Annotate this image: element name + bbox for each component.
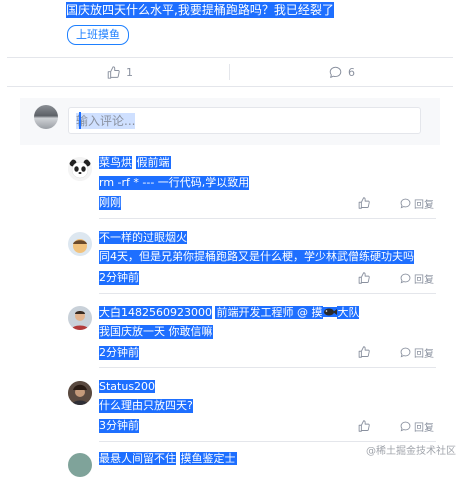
comment-author[interactable]: 最悬人间留不住 [99,452,176,465]
comment-text: 同4天，但是兄弟你提桶跑路又是什么梗，学少林武僧练硬功夫吗 [99,250,414,264]
thumbs-up-icon[interactable] [358,197,370,209]
comment-author-title-suffix: 大队 [337,306,360,319]
reply-button[interactable]: 回复 [400,345,434,360]
comment-count: 6 [348,65,355,79]
comment-author[interactable]: Status200 [99,380,156,393]
comment-text: 什么理由只放四天? [99,399,193,413]
text-caret [79,112,81,129]
comment-author-title: 假前端 [135,156,171,169]
cartoon-avatar-icon [68,232,92,256]
post-text: 国庆放四天什么水平,我要提桶跑路吗？我已经裂了 [66,2,334,18]
comment-input-placeholder: 输入评论... [76,113,136,129]
comment-divider [99,367,436,368]
reply-label: 回复 [414,275,434,286]
reply-button[interactable]: 回复 [400,419,434,434]
comment-bubble-icon [329,66,342,78]
panda-avatar-icon [68,157,92,181]
reply-label: 回复 [414,349,434,360]
fish-icon [323,307,338,317]
comment-time: 2分钟前 [99,271,139,285]
comment-author-line: 菜鸟烘 假前端 [99,156,171,170]
comment-bubble-icon [400,198,411,209]
comment-divider [99,293,436,294]
thumbs-up-icon[interactable] [358,420,370,432]
reply-button[interactable]: 回复 [400,196,434,211]
thumbs-up-icon [107,65,120,79]
avatar[interactable] [68,453,92,477]
comment-bubble-icon [400,273,411,284]
comment-text: rm -rf * --- 一行代码,学以致用 [99,176,250,190]
comment-divider [99,218,436,219]
comment-button[interactable]: 6 [329,58,355,86]
reply-label: 回复 [414,200,434,211]
thumbs-up-icon[interactable] [358,272,370,284]
action-bar: 1 6 [7,57,453,87]
comment-author[interactable]: 不一样的过眼烟火 [99,231,187,244]
user-photo-icon [68,381,92,405]
comment-author-line: 最悬人间留不住 摸鱼鉴定士 [99,452,237,466]
comment-author[interactable]: 大白1482560923000 [99,306,212,319]
watermark: @稀土掘金技术社区 [366,446,456,457]
comment-time: 2分钟前 [99,346,139,360]
comment-author-title: 前端开发工程师 @ 摸 [215,306,324,319]
comment-author-line: 大白1482560923000 前端开发工程师 @ 摸大队 [99,306,360,320]
comment-time: 3分钟前 [99,419,139,433]
avatar[interactable] [68,306,92,330]
like-count: 1 [126,65,133,79]
comment-author-title: 摸鱼鉴定士 [179,452,237,465]
comment-author[interactable]: 菜鸟烘 [99,156,132,169]
avatar[interactable] [34,105,58,129]
user-photo-icon [68,306,92,330]
avatar[interactable] [68,381,92,405]
thumbs-up-icon[interactable] [358,346,370,358]
comment-author-line: 不一样的过眼烟火 [99,231,187,245]
comment-time: 刚刚 [99,196,121,210]
avatar[interactable] [68,157,92,181]
comment-text: 我国庆放一天 你敢信嘛 [99,325,213,339]
reply-button[interactable]: 回复 [400,271,434,286]
reply-label: 回复 [414,423,434,434]
avatar[interactable] [68,232,92,256]
comment-author-line: Status200 [99,380,156,394]
like-button[interactable]: 1 [107,58,133,86]
topic-tag[interactable]: 上班摸鱼 [67,25,129,45]
comment-bubble-icon [400,421,411,432]
action-divider [229,64,230,80]
comment-bubble-icon [400,347,411,358]
